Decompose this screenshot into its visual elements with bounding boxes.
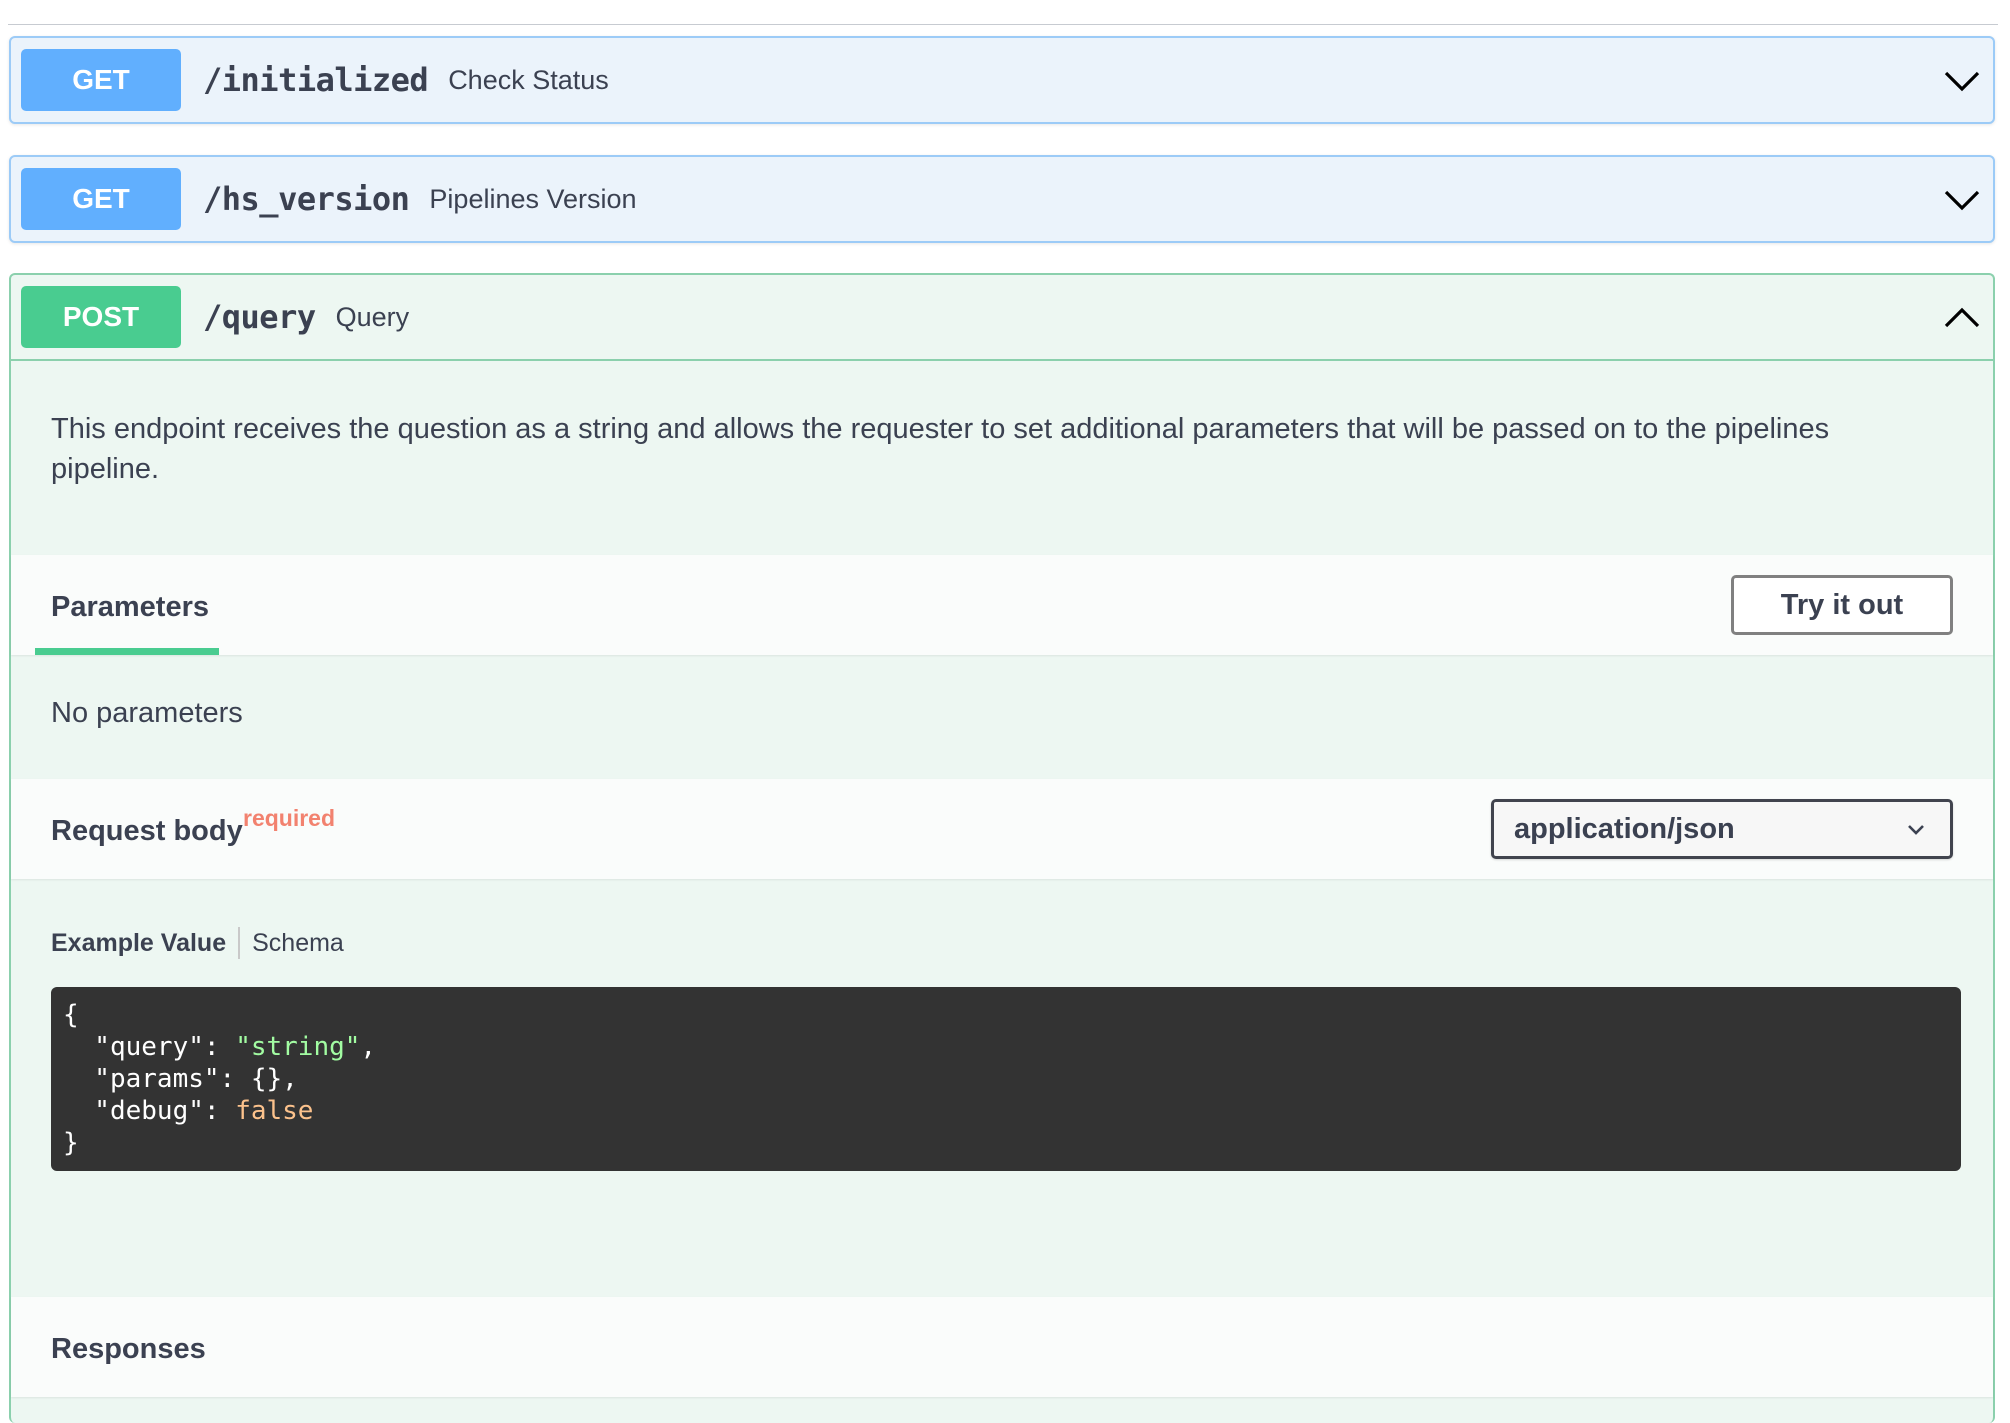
tab-separator: [238, 927, 241, 959]
method-badge: GET: [21, 168, 181, 230]
example-schema-tabs: Example Value Schema: [51, 927, 344, 959]
responses-label: Responses: [51, 1333, 206, 1365]
code-line: }: [63, 1128, 79, 1158]
parameters-section-header: Parameters Try it out: [11, 555, 1993, 655]
endpoint-path: /query: [203, 298, 316, 336]
endpoint-description: This endpoint receives the question as a…: [51, 413, 1830, 485]
opblock-post-query: POST /query Query This endpoint receives…: [9, 273, 1995, 1423]
top-divider: [8, 24, 1998, 25]
tab-parameters[interactable]: Parameters: [51, 591, 209, 624]
active-tab-indicator: [35, 648, 219, 655]
code-line: "params": {},: [63, 1064, 298, 1094]
chevron-down-icon[interactable]: [1943, 62, 1981, 100]
code-string: "string": [235, 1032, 361, 1062]
opblock-summary[interactable]: POST /query Query: [11, 275, 1993, 361]
endpoint-summary: Check Status: [448, 64, 609, 95]
example-code-block[interactable]: { "query": "string", "params": {}, "debu…: [51, 987, 1961, 1171]
endpoint-path: /initialized: [203, 61, 429, 99]
code-line: {: [63, 1000, 79, 1030]
endpoint-path: /hs_version: [203, 180, 410, 218]
opblock-get-initialized: GET /initialized Check Status: [9, 36, 1995, 124]
chevron-down-icon[interactable]: [1943, 181, 1981, 219]
tab-example-value[interactable]: Example Value: [51, 929, 226, 958]
request-body-section-header: Request body required application/json: [11, 779, 1993, 879]
opblock-summary[interactable]: GET /hs_version Pipelines Version: [11, 157, 1993, 241]
method-badge: POST: [21, 286, 181, 348]
code-key: "debug":: [63, 1096, 236, 1126]
content-type-select[interactable]: application/json: [1491, 799, 1953, 859]
request-body-label: Request body: [51, 815, 243, 847]
required-badge: required: [243, 805, 336, 831]
chevron-down-icon: [1908, 825, 1924, 835]
method-badge: GET: [21, 49, 181, 111]
endpoint-summary: Pipelines Version: [429, 183, 637, 214]
code-boolean: false: [235, 1096, 314, 1126]
code-key: "query":: [63, 1032, 236, 1062]
opblock-summary[interactable]: GET /initialized Check Status: [11, 38, 1993, 122]
opblock-get-hs-version: GET /hs_version Pipelines Version: [9, 155, 1995, 243]
no-parameters-text: No parameters: [51, 697, 243, 729]
code-punct: ,: [360, 1032, 377, 1062]
responses-section-header: Responses: [11, 1297, 1993, 1397]
try-it-out-button[interactable]: Try it out: [1731, 575, 1953, 635]
chevron-up-icon[interactable]: [1943, 299, 1981, 337]
endpoint-summary: Query: [335, 301, 410, 332]
content-type-value: application/json: [1514, 812, 1735, 845]
tab-schema[interactable]: Schema: [252, 929, 344, 958]
